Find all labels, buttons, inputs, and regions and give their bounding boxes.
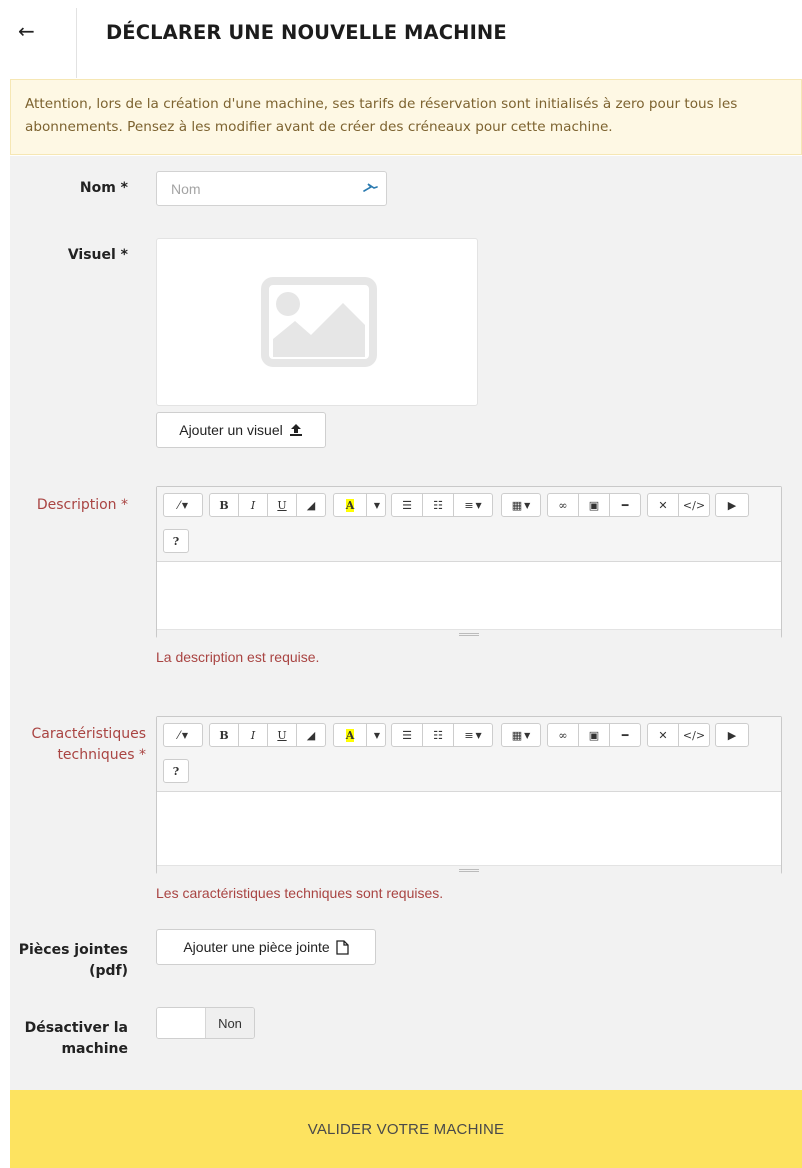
horizontal-rule-icon[interactable]: ━ [609,493,641,517]
upload-icon [289,424,302,436]
text-color-button[interactable]: A [333,723,367,747]
image-preview [156,238,478,406]
warning-alert: Attention, lors de la création d'une mac… [10,79,802,155]
picture-icon[interactable]: ▣ [578,723,610,747]
help-icon[interactable]: ? [163,759,189,783]
image-placeholder-icon [261,277,377,367]
bold-button[interactable]: B [209,493,239,517]
unordered-list-icon[interactable]: ☷ [422,493,454,517]
resize-handle[interactable] [157,865,781,874]
table-icon[interactable]: ▦ ▼ [501,723,541,747]
code-view-icon[interactable]: </> [678,723,710,747]
specs-editor[interactable]: ⁄ ▼ B I U ◢ A ▼ ☰ ☷ ≡ ▼ ▦ ▼ ∞ ▣ ━ ✕ </> ▶ ? [156,716,782,874]
paragraph-align-icon[interactable]: ≡ ▼ [453,493,493,517]
ordered-list-icon[interactable]: ☰ [391,493,423,517]
page-header: ← DÉCLARER UNE NOUVELLE MACHINE [0,0,802,78]
unordered-list-icon[interactable]: ☷ [422,723,454,747]
color-dropdown-icon[interactable]: ▼ [366,493,386,517]
description-label: Description * [36,497,128,513]
ordered-list-icon[interactable]: ☰ [391,723,423,747]
pen-icon [362,179,378,199]
toggle-knob[interactable] [157,1008,205,1038]
name-label: Nom * [79,180,128,196]
fullscreen-icon[interactable]: ✕ [647,723,679,747]
add-visual-button[interactable]: Ajouter un visuel [156,412,326,448]
bold-button[interactable]: B [209,723,239,747]
specs-textarea[interactable] [157,792,781,874]
disable-label: Désactiver la machine [24,1020,128,1057]
italic-button[interactable]: I [238,723,268,747]
description-textarea[interactable] [157,562,781,638]
name-field[interactable] [156,171,387,206]
submit-button[interactable]: VALIDER VOTRE MACHINE [10,1090,802,1168]
description-toolbar: ⁄ ▼ B I U ◢ A ▼ ☰ ☷ ≡ ▼ ▦ ▼ ∞ ▣ ━ ✕ </> ▶ ? [157,487,781,562]
color-dropdown-icon[interactable]: ▼ [366,723,386,747]
picture-icon[interactable]: ▣ [578,493,610,517]
table-icon[interactable]: ▦ ▼ [501,493,541,517]
underline-button[interactable]: U [267,723,297,747]
add-visual-label: Ajouter un visuel [179,422,283,438]
fullscreen-icon[interactable]: ✕ [647,493,679,517]
underline-button[interactable]: U [267,493,297,517]
back-arrow-icon[interactable]: ← [18,16,35,46]
name-input[interactable] [169,180,353,198]
italic-button[interactable]: I [238,493,268,517]
visual-label: Visuel * [67,247,128,263]
help-icon[interactable]: ? [163,529,189,553]
text-color-button[interactable]: A [333,493,367,517]
disable-toggle[interactable]: Non [156,1007,255,1039]
description-error: La description est requise. [156,649,320,665]
paragraph-align-icon[interactable]: ≡ ▼ [453,723,493,747]
toggle-state: Non [205,1008,254,1038]
description-editor[interactable]: ⁄ ▼ B I U ◢ A ▼ ☰ ☷ ≡ ▼ ▦ ▼ ∞ ▣ ━ ✕ </> ▶ ? [156,486,782,638]
eraser-icon[interactable]: ◢ [296,723,326,747]
add-attachment-button[interactable]: Ajouter une pièce jointe [156,929,376,965]
eraser-icon[interactable]: ◢ [296,493,326,517]
resize-handle[interactable] [157,629,781,638]
file-icon [336,939,349,955]
specs-error: Les caractéristiques techniques sont req… [156,885,444,901]
link-icon[interactable]: ∞ [547,723,579,747]
horizontal-rule-icon[interactable]: ━ [609,723,641,747]
page-title: DÉCLARER UNE NOUVELLE MACHINE [106,21,507,44]
link-icon[interactable]: ∞ [547,493,579,517]
attachments-label: Pièces jointes (pdf) [18,942,128,979]
specs-label: Caractéristiques techniques * [31,726,146,763]
video-icon[interactable]: ▶ [715,723,749,747]
video-icon[interactable]: ▶ [715,493,749,517]
specs-toolbar: ⁄ ▼ B I U ◢ A ▼ ☰ ☷ ≡ ▼ ▦ ▼ ∞ ▣ ━ ✕ </> ▶ ? [157,717,781,792]
add-attachment-label: Ajouter une pièce jointe [183,939,330,955]
style-button[interactable]: ⁄ ▼ [163,723,203,747]
header-divider [76,8,77,78]
style-button[interactable]: ⁄ ▼ [163,493,203,517]
code-view-icon[interactable]: </> [678,493,710,517]
